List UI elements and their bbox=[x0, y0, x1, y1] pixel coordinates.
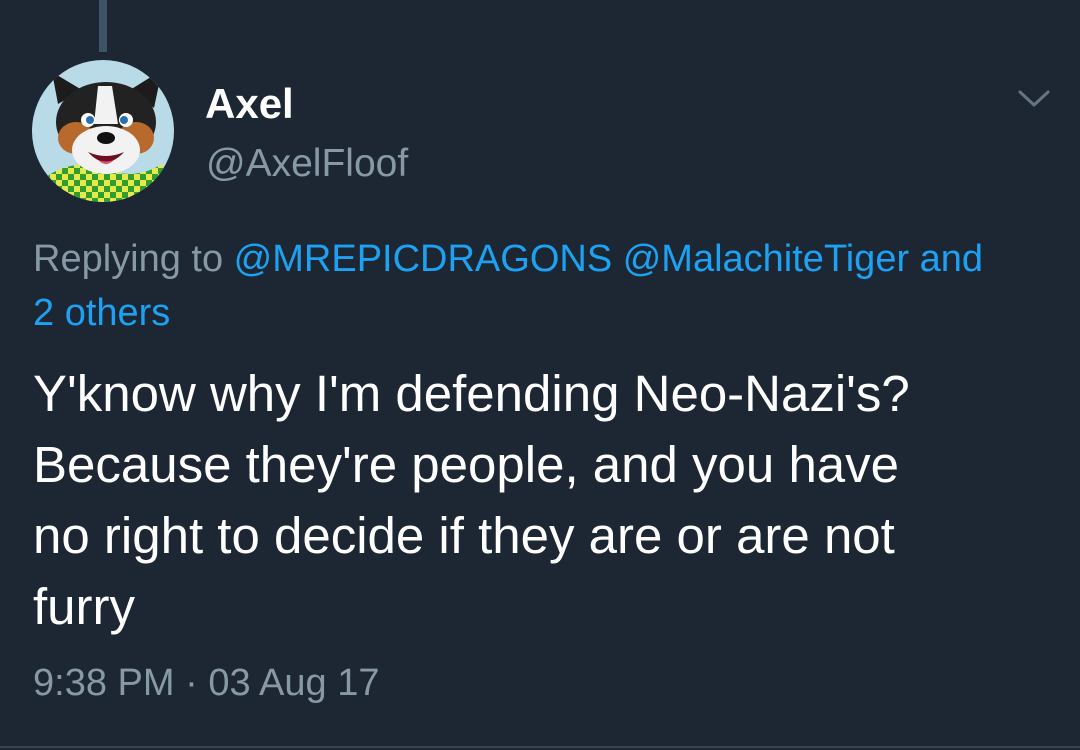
tweet-menu-button[interactable] bbox=[1014, 84, 1054, 112]
tweet-text-line: Y'know why I'm defending Neo-Nazi's? bbox=[33, 365, 910, 422]
replying-to-label: Replying to bbox=[33, 238, 234, 280]
avatar[interactable] bbox=[32, 60, 174, 202]
tweet-time: 9:38 PM bbox=[33, 662, 175, 704]
others-link[interactable]: 2 others bbox=[33, 292, 170, 334]
tweet-date: 03 Aug 17 bbox=[208, 662, 380, 704]
display-name[interactable]: Axel bbox=[205, 80, 294, 128]
connector-and: and bbox=[909, 238, 984, 280]
user-handle[interactable]: @AxelFloof bbox=[206, 142, 408, 186]
replying-to-line: Replying to @MREPICDRAGONS @MalachiteTig… bbox=[33, 232, 1053, 340]
timestamp[interactable]: 9:38 PM · 03 Aug 17 bbox=[33, 662, 379, 705]
tweet-text-line: no right to decide if they are or are no… bbox=[33, 507, 895, 564]
time-date-separator: · bbox=[174, 662, 209, 704]
tweet-text-line: furry bbox=[33, 578, 135, 635]
divider bbox=[0, 746, 1080, 748]
dog-avatar-icon bbox=[32, 60, 174, 202]
mention-malachitetiger[interactable]: @MalachiteTiger bbox=[623, 238, 909, 280]
thread-connector-line bbox=[99, 0, 107, 52]
tweet-text: Y'know why I'm defending Neo-Nazi's? Bec… bbox=[33, 358, 1063, 642]
mention-mrepicdragons[interactable]: @MREPICDRAGONS bbox=[234, 238, 613, 280]
chevron-down-icon bbox=[1018, 90, 1050, 107]
tweet-text-line: Because they're people, and you have bbox=[33, 436, 900, 493]
